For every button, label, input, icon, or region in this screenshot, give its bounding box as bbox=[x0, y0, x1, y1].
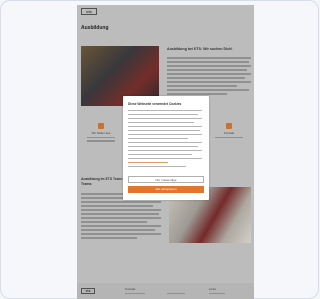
cookie-text bbox=[128, 154, 192, 156]
cookie-text bbox=[128, 114, 198, 116]
accept-all-button[interactable]: Alle akzeptieren bbox=[128, 186, 204, 193]
cookie-text bbox=[128, 134, 202, 136]
cookie-text bbox=[128, 110, 202, 112]
necessary-only-button[interactable]: Nur notwendige bbox=[128, 176, 204, 183]
cookie-dialog-title: Diese Webseite verwendet Cookies bbox=[128, 102, 182, 106]
cookie-text bbox=[128, 138, 188, 140]
cookie-text bbox=[128, 126, 202, 128]
privacy-link[interactable] bbox=[128, 162, 168, 164]
cookie-text bbox=[128, 150, 202, 152]
cookie-consent-dialog: Diese Webseite verwendet Cookies Nur not… bbox=[123, 96, 209, 200]
cookie-text bbox=[128, 122, 194, 124]
cookie-text bbox=[128, 146, 198, 148]
cookie-text bbox=[128, 158, 202, 160]
cookie-text bbox=[128, 142, 202, 144]
cookie-text bbox=[128, 166, 186, 168]
cookie-text bbox=[128, 118, 202, 120]
cookie-text bbox=[128, 130, 200, 132]
